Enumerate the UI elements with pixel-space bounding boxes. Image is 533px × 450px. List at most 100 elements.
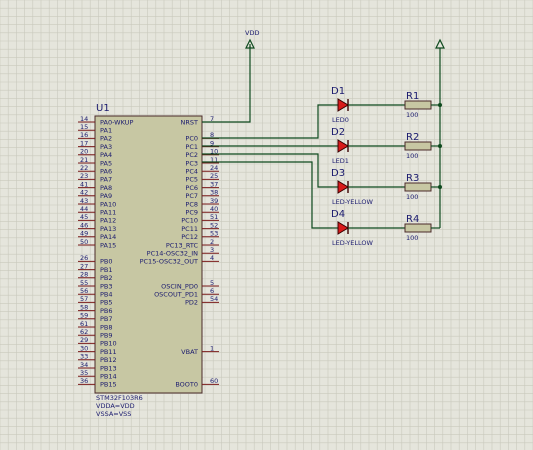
pin-name: PA1 bbox=[100, 127, 112, 135]
chip-part-label: STM32F103R6 bbox=[96, 394, 143, 402]
pin-name: PB15 bbox=[100, 381, 117, 389]
led-d4-value: LED-YELLOW bbox=[332, 239, 374, 247]
pin-number: 57 bbox=[80, 295, 88, 303]
pin-number: 23 bbox=[80, 172, 88, 180]
led-d2[interactable] bbox=[332, 139, 405, 153]
pin-number: 2 bbox=[210, 238, 214, 246]
pin-number: 25 bbox=[210, 172, 218, 180]
pin-name: PB9 bbox=[100, 332, 113, 340]
pin-name: PB13 bbox=[100, 364, 117, 372]
vdd-label: VDD bbox=[245, 29, 259, 37]
pin-name: PC9 bbox=[185, 209, 198, 217]
pin-number: 49 bbox=[80, 230, 88, 238]
pin-number: 17 bbox=[80, 139, 88, 147]
pin-number: 27 bbox=[80, 262, 88, 270]
pin-name: PC1 bbox=[185, 143, 198, 151]
pin-number: 55 bbox=[80, 279, 88, 287]
led-d4[interactable] bbox=[332, 221, 405, 235]
pin-name: NRST bbox=[181, 118, 199, 126]
pin-name: PA15 bbox=[100, 241, 116, 249]
led-d2-value: LED1 bbox=[332, 157, 349, 165]
pin-number: 21 bbox=[80, 156, 88, 164]
pin-number: 5 bbox=[210, 279, 214, 287]
pin-name: PC14-OSC32_IN bbox=[147, 250, 198, 258]
pin-name: PA7 bbox=[100, 176, 112, 184]
stm32-chip[interactable]: 14 PA0-WKUP15 PA116 PA217 PA320 PA421 PA522 PA6… bbox=[78, 115, 219, 394]
pin-name: PB1 bbox=[100, 266, 113, 274]
pin-name: PB0 bbox=[100, 258, 113, 266]
pin-number: 15 bbox=[80, 123, 88, 131]
pin-name: PC2 bbox=[185, 151, 198, 159]
led-d3[interactable] bbox=[332, 180, 405, 194]
pin-name: OSCOUT_PD1 bbox=[154, 291, 198, 299]
pin-number: 60 bbox=[210, 377, 218, 385]
pin-name: PC12 bbox=[181, 233, 198, 241]
pin-name: PC0 bbox=[185, 135, 198, 143]
pin-name: PA3 bbox=[100, 143, 112, 151]
pin-name: PA5 bbox=[100, 159, 112, 167]
led-d1[interactable] bbox=[332, 98, 405, 112]
pin-name: PC7 bbox=[185, 192, 198, 200]
pin-number: 33 bbox=[80, 353, 88, 361]
pin-number: 16 bbox=[80, 131, 88, 139]
pin-number: 4 bbox=[210, 254, 214, 262]
resistor-r4-ref: R4 bbox=[406, 214, 419, 225]
pin-number: 6 bbox=[210, 287, 214, 295]
pin-number: 43 bbox=[80, 197, 88, 205]
pin-number: 50 bbox=[80, 238, 88, 246]
pin-name: PA11 bbox=[100, 209, 116, 217]
pin-number: 35 bbox=[80, 369, 88, 377]
pin-name: PA9 bbox=[100, 192, 112, 200]
pin-number: 42 bbox=[80, 189, 88, 197]
pin-name: PB12 bbox=[100, 356, 117, 364]
led-d3-value: LED-YELLOW bbox=[332, 198, 374, 206]
pin-name: PB8 bbox=[100, 323, 113, 331]
pin-number: 22 bbox=[80, 164, 88, 172]
pin-number: 39 bbox=[210, 197, 218, 205]
pin-name: PA0-WKUP bbox=[100, 118, 133, 126]
pin-name: PB6 bbox=[100, 307, 113, 315]
pin-name: PC4 bbox=[185, 168, 198, 176]
pin-name: PA10 bbox=[100, 200, 116, 208]
pin-number: 28 bbox=[80, 271, 88, 279]
led-d2-ref: D2 bbox=[331, 127, 345, 138]
pin-name: PA2 bbox=[100, 135, 112, 143]
pin-name: PC3 bbox=[185, 159, 198, 167]
pin-name: PA8 bbox=[100, 184, 112, 192]
pin-name: PB10 bbox=[100, 340, 117, 348]
pin-number: 20 bbox=[80, 148, 88, 156]
pin-name: PC15-OSC32_OUT bbox=[140, 258, 198, 266]
pin-number: 40 bbox=[210, 205, 218, 213]
pin-number: 1 bbox=[210, 344, 214, 352]
chip-note-vdda: VDDA=VDD bbox=[96, 402, 135, 410]
pin-name: BOOT0 bbox=[175, 381, 198, 389]
pin-number: 24 bbox=[210, 164, 218, 172]
pin-name: PC6 bbox=[185, 184, 198, 192]
resistor-r2-ref: R2 bbox=[406, 132, 419, 143]
led-d4-ref: D4 bbox=[331, 209, 345, 220]
pin-number: 44 bbox=[80, 205, 88, 213]
pin-name: PC8 bbox=[185, 200, 198, 208]
pin-number: 62 bbox=[80, 328, 88, 336]
pin-number: 53 bbox=[210, 230, 218, 238]
pin-number: 30 bbox=[80, 344, 88, 352]
pin-number: 29 bbox=[80, 336, 88, 344]
pin-number: 52 bbox=[210, 221, 218, 229]
pin-number: 56 bbox=[80, 287, 88, 295]
pin-name: PC5 bbox=[185, 176, 198, 184]
pin-number: 46 bbox=[80, 221, 88, 229]
resistor-r3-ref: R3 bbox=[406, 173, 419, 184]
pin-number: 14 bbox=[80, 115, 88, 123]
pin-name: PA4 bbox=[100, 151, 112, 159]
pin-number: 41 bbox=[80, 180, 88, 188]
pin-number: 26 bbox=[80, 254, 88, 262]
led-d1-value: LED0 bbox=[332, 116, 349, 124]
pin-name: PA12 bbox=[100, 217, 116, 225]
pin-number: 36 bbox=[80, 377, 88, 385]
pin-name: PA14 bbox=[100, 233, 116, 241]
pin-number: 37 bbox=[210, 180, 218, 188]
pin-name: PC10 bbox=[181, 217, 198, 225]
led-d1-ref: D1 bbox=[331, 86, 345, 97]
pin-number: 51 bbox=[210, 213, 218, 221]
resistor-r1-ref: R1 bbox=[406, 91, 419, 102]
